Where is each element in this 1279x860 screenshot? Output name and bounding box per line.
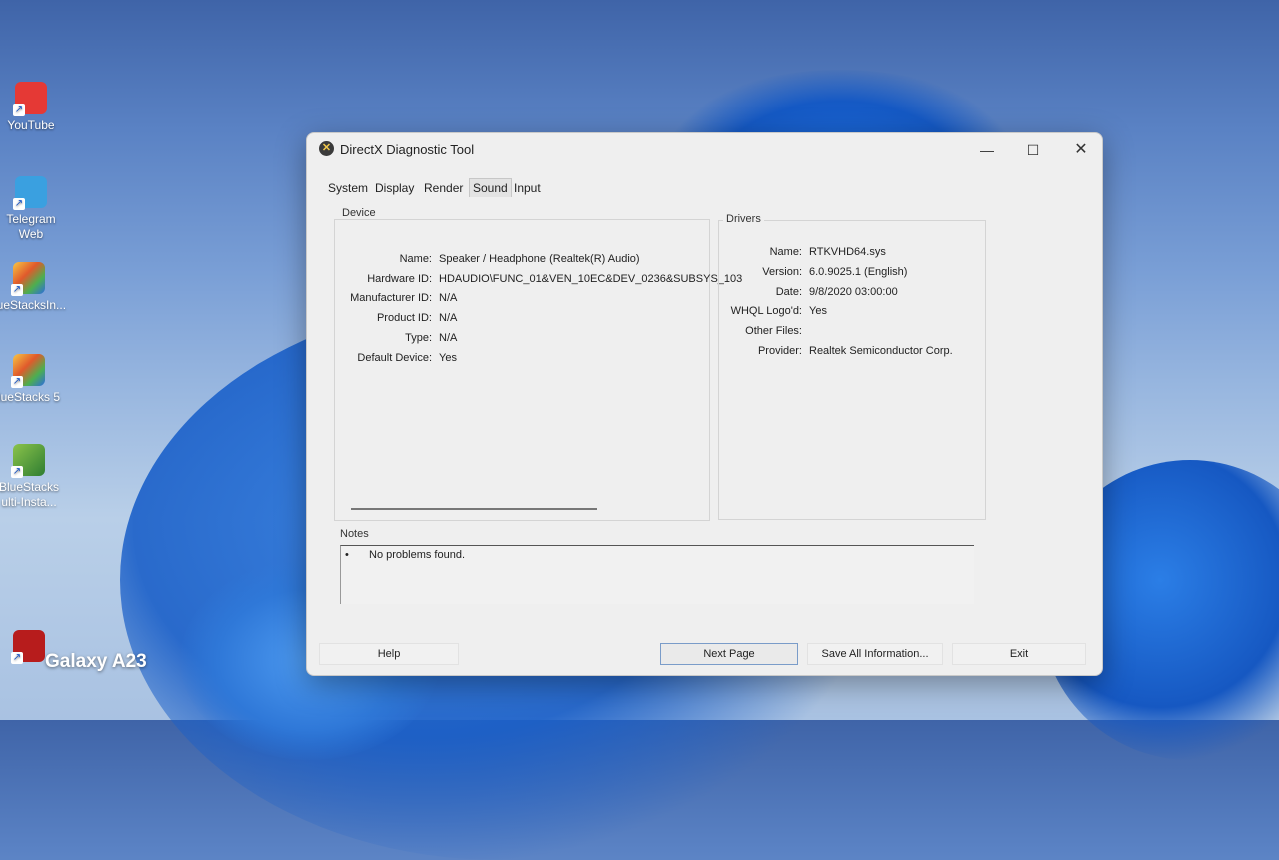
desktop-icon-label-line2: Web	[18, 227, 44, 241]
exit-button[interactable]: Exit	[952, 643, 1086, 665]
drivers-group	[718, 220, 986, 520]
tab-sound[interactable]: Sound	[469, 178, 512, 197]
desktop-icon-label-line2: ulti-Insta...	[1, 495, 57, 509]
desktop-icon-label: lueStacks 5	[0, 390, 61, 404]
drivers-label: Version:	[762, 266, 802, 278]
device-value: Yes	[439, 352, 457, 364]
notes-title: Notes	[337, 528, 372, 540]
device-label: Product ID:	[376, 312, 432, 324]
desktop-icon-label: Telegram	[6, 212, 56, 226]
drivers-value: 9/8/2020 03:00:00	[809, 286, 898, 298]
drivers-label: Other Files:	[745, 325, 802, 337]
drivers-value: Realtek Semiconductor Corp.	[809, 345, 953, 357]
minimize-button[interactable]: —	[967, 139, 1007, 161]
desktop-icon-bluestacks5[interactable]: lueStacks 5	[0, 354, 64, 405]
save-all-information-button[interactable]: Save All Information...	[807, 643, 943, 665]
device-group-title: Device	[339, 207, 379, 219]
drivers-value: Yes	[809, 305, 827, 317]
bullet-icon: •	[345, 549, 349, 561]
drivers-group-title: Drivers	[723, 213, 764, 225]
directx-icon: ✕	[319, 141, 334, 156]
drivers-label: WHQL Logo'd:	[730, 305, 802, 317]
dxdiag-window: ✕ DirectX Diagnostic Tool — ☐ ✕ System D…	[306, 132, 1103, 676]
device-label: Hardware ID:	[367, 273, 432, 285]
device-value: Speaker / Headphone (Realtek(R) Audio)	[439, 253, 640, 265]
youtube-icon	[13, 82, 47, 116]
device-value: N/A	[439, 292, 458, 304]
tab-system[interactable]: System	[325, 179, 371, 197]
device-label: Default Device:	[357, 352, 432, 364]
device-label: Name:	[399, 253, 432, 265]
window-title: DirectX Diagnostic Tool	[340, 142, 475, 157]
app-icon	[11, 630, 45, 664]
note-item: No problems found.	[369, 549, 465, 561]
tab-input[interactable]: Input	[511, 179, 544, 197]
help-button[interactable]: Help	[319, 643, 459, 665]
maximize-button[interactable]: ☐	[1013, 139, 1053, 161]
drivers-label: Date:	[775, 286, 802, 298]
device-value: N/A	[439, 332, 458, 344]
desktop-icon-bluestacks-multi[interactable]: BlueStacks ulti-Insta...	[0, 444, 64, 510]
drivers-label: Provider:	[757, 345, 802, 357]
bluestacks-multi-icon	[11, 444, 45, 478]
close-button[interactable]: ✕	[1061, 139, 1101, 161]
drivers-value: RTKVHD64.sys	[809, 246, 886, 258]
next-page-button[interactable]: Next Page	[660, 643, 798, 665]
drivers-value: 6.0.9025.1 (English)	[809, 266, 908, 278]
desktop-icon-label: BlueStacks	[0, 480, 60, 494]
desktop-icon-youtube[interactable]: YouTube	[0, 82, 66, 133]
device-label: Type:	[405, 332, 432, 344]
desktop-icon-bluestacks-installer[interactable]: lueStacksIn...	[0, 262, 67, 313]
bluestacks-icon	[11, 262, 45, 296]
device-label: Manufacturer ID:	[350, 292, 432, 304]
desktop-icon-telegram[interactable]: Telegram Web	[0, 176, 66, 242]
notes-box[interactable]: • No problems found.	[340, 545, 974, 604]
tab-display[interactable]: Display	[372, 179, 417, 197]
desktop-icon-label: lueStacksIn...	[0, 298, 67, 312]
camera-watermark: Galaxy A23	[45, 651, 147, 672]
bluestacks-icon	[11, 354, 45, 388]
drivers-label: Name:	[769, 246, 802, 258]
title-bar[interactable]: ✕ DirectX Diagnostic Tool — ☐ ✕	[307, 133, 1102, 169]
device-value: N/A	[439, 312, 458, 324]
tab-render[interactable]: Render	[421, 179, 466, 197]
telegram-icon	[13, 176, 47, 210]
device-scrollbar[interactable]	[351, 508, 597, 510]
desktop-icon-label: YouTube	[7, 118, 55, 132]
